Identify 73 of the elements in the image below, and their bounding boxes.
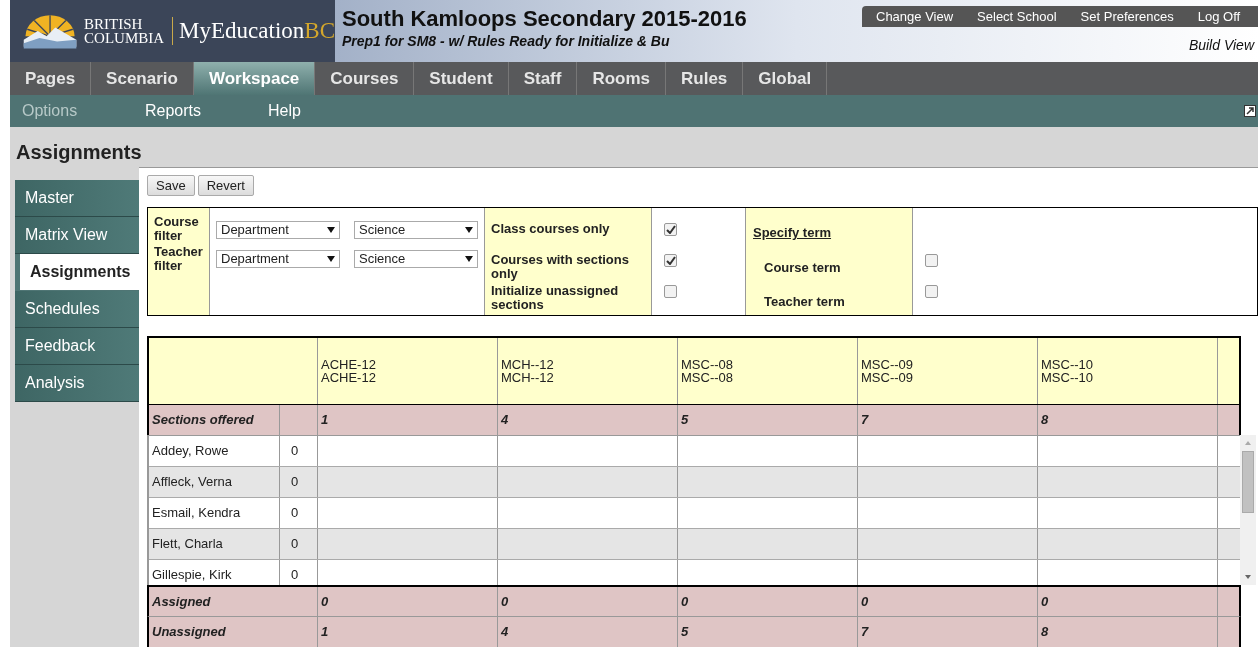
header-link[interactable]: Select School (977, 6, 1057, 27)
teacher-count: 0 (291, 504, 299, 523)
dropdown[interactable]: Department (216, 250, 340, 268)
row-label: Unassigned (152, 623, 226, 642)
teacher-name: Affleck, Verna (152, 473, 232, 492)
caret-icon (327, 256, 335, 262)
teacher-count: 0 (291, 473, 299, 492)
count-value: 7 (861, 623, 869, 642)
count-value: 4 (501, 411, 509, 430)
count-value: 0 (501, 592, 509, 611)
teacher-name: Gillespie, Kirk (152, 566, 232, 585)
count-value: 0 (861, 592, 869, 611)
option-label: Initialize unassigned sections (491, 284, 620, 314)
count-value: 0 (681, 592, 689, 611)
specify-term-link[interactable]: Specify term (753, 223, 832, 243)
count-value: 5 (681, 623, 689, 642)
teacher-name: Esmail, Kendra (152, 504, 241, 523)
nav-tab[interactable]: Workspace (193, 62, 316, 95)
logo-text: COLUMBIA (84, 31, 165, 45)
action-button[interactable]: Revert (197, 175, 254, 196)
row-label: Assigned (152, 592, 211, 611)
teacher-count: 0 (291, 442, 299, 461)
checkbox[interactable] (925, 285, 938, 298)
filter-label: Teacher filter (154, 245, 204, 273)
option-label: Class courses only (491, 222, 611, 238)
brand-logo: MyEducationBC (179, 16, 335, 45)
header-link[interactable]: Change View (876, 6, 954, 27)
teacher-count: 0 (291, 535, 299, 554)
menu-item[interactable]: Help (268, 99, 391, 123)
checkbox[interactable] (925, 254, 938, 267)
caret-icon (465, 227, 473, 233)
count-value: 7 (861, 411, 869, 430)
logo-text: BRITISH (84, 17, 144, 31)
teacher-name: Addey, Rowe (152, 442, 229, 461)
caret-icon (327, 227, 335, 233)
scenario-subtitle: Prep1 for SM8 - w/ Rules Ready for Initialize & Bu (342, 32, 671, 50)
checkbox[interactable] (664, 223, 677, 236)
header-link[interactable]: Set Preferences (1080, 6, 1174, 27)
dropdown[interactable]: Science (354, 250, 478, 268)
action-button[interactable]: Save (147, 175, 195, 196)
count-value: 0 (1041, 592, 1049, 611)
side-tab[interactable]: Feedback (15, 328, 139, 365)
side-tab[interactable]: Assignments (15, 254, 139, 291)
scrollbar[interactable] (1240, 435, 1256, 585)
filter-label: Course filter (154, 215, 200, 243)
checkbox[interactable] (664, 254, 677, 267)
count-value: 0 (321, 592, 329, 611)
count-value: 8 (1041, 623, 1049, 642)
menu-item[interactable]: Reports (145, 99, 268, 123)
teacher-count: 0 (291, 566, 299, 585)
count-value: 8 (1041, 411, 1049, 430)
school-title: South Kamloops Secondary 2015-2016 (342, 6, 747, 32)
side-tab[interactable]: Schedules (15, 291, 139, 328)
view-label: Build View (1188, 36, 1256, 55)
side-tab[interactable]: Matrix View (15, 217, 139, 254)
checkbox[interactable] (664, 285, 677, 298)
dropdown[interactable]: Department (216, 221, 340, 239)
row-label: Sections offered (152, 411, 254, 430)
option-label: Courses with sections only (491, 253, 630, 283)
count-value: 1 (321, 411, 329, 430)
count-value: 1 (321, 623, 329, 642)
page-title: Assignments (15, 140, 143, 165)
count-value: 5 (681, 411, 689, 430)
side-tab[interactable]: Master (15, 180, 139, 217)
teacher-name: Flett, Charla (152, 535, 223, 554)
term-label: Teacher term (763, 293, 846, 311)
count-value: 4 (501, 623, 509, 642)
header-link[interactable]: Log Off (1197, 6, 1241, 27)
dropdown[interactable]: Science (354, 221, 478, 239)
expand-icon[interactable] (1244, 105, 1256, 117)
side-tab[interactable]: Analysis (15, 365, 139, 402)
term-label: Course term (763, 258, 842, 277)
caret-icon (465, 256, 473, 262)
